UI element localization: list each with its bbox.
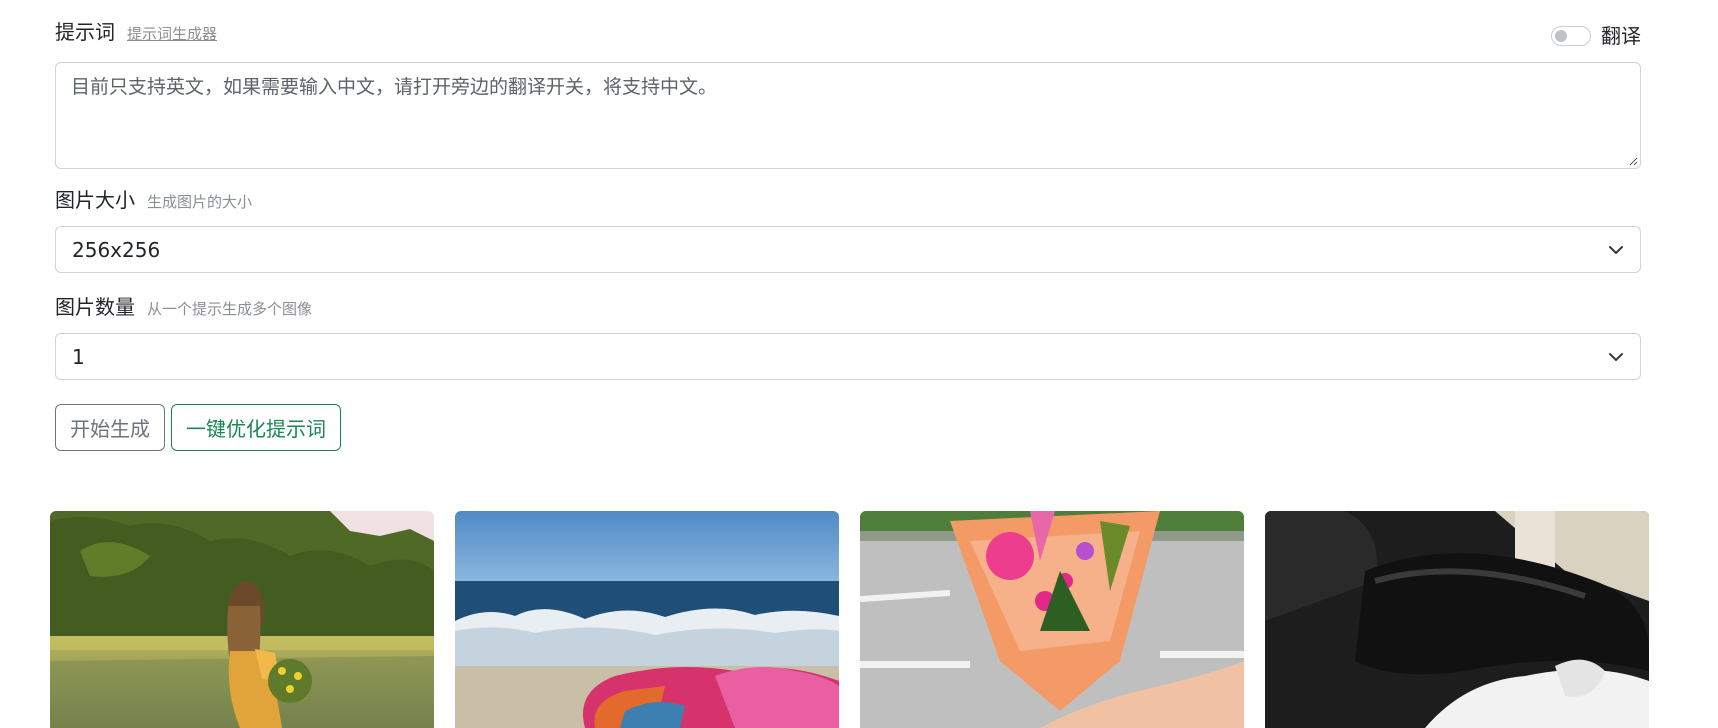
prompt-placeholder: 目前只支持英文，如果需要输入中文，请打开旁边的翻译开关，将支持中文。 xyxy=(71,76,718,98)
flower-bouquet-image[interactable] xyxy=(860,511,1244,728)
chevron-down-icon xyxy=(1609,352,1623,361)
image-size-select[interactable]: 256x256 xyxy=(55,226,1641,273)
prompt-label: 提示词 xyxy=(55,20,115,44)
image-size-label: 图片大小 xyxy=(55,188,135,212)
flower-bouquet-picture xyxy=(860,511,1244,728)
image-count-label: 图片数量 xyxy=(55,295,135,319)
resize-grip-icon[interactable] xyxy=(1628,156,1638,166)
image-generation-form: 提示词 提示词生成器 翻译 目前只支持英文，如果需要输入中文，请打开旁边的翻译开… xyxy=(55,0,1641,451)
prompt-label-row: 提示词 提示词生成器 xyxy=(55,0,1641,42)
prompt-textarea[interactable]: 目前只支持英文，如果需要输入中文，请打开旁边的翻译开关，将支持中文。 xyxy=(55,62,1641,169)
girl-in-meadow-image[interactable] xyxy=(50,511,434,728)
action-buttons: 开始生成 一键优化提示词 xyxy=(55,404,341,451)
image-size-group: 图片大小 生成图片的大小 256x256 xyxy=(55,190,1641,273)
image-size-label-row: 图片大小 生成图片的大小 xyxy=(55,190,1641,220)
generate-button[interactable]: 开始生成 xyxy=(55,404,165,451)
image-count-label-row: 图片数量 从一个提示生成多个图像 xyxy=(55,297,1641,327)
image-gallery xyxy=(50,511,1649,728)
image-size-hint: 生成图片的大小 xyxy=(147,193,253,211)
prompt-generator-link[interactable]: 提示词生成器 xyxy=(127,27,217,42)
beach-towel-image[interactable] xyxy=(455,511,839,728)
cat-on-couch-picture xyxy=(1265,511,1649,728)
chevron-down-icon xyxy=(1609,245,1623,254)
translate-label: 翻译 xyxy=(1601,24,1641,48)
image-size-value: 256x256 xyxy=(72,237,161,262)
beach-towel-picture xyxy=(455,511,839,728)
image-count-select[interactable]: 1 xyxy=(55,333,1641,380)
girl-in-meadow-picture xyxy=(50,511,434,728)
switch-knob xyxy=(1555,30,1567,42)
image-count-value: 1 xyxy=(72,344,85,369)
translate-switch[interactable] xyxy=(1551,26,1591,46)
cat-on-couch-image[interactable] xyxy=(1265,511,1649,728)
optimize-prompt-button[interactable]: 一键优化提示词 xyxy=(171,404,341,451)
translate-toggle-group: 翻译 xyxy=(1551,26,1641,46)
image-count-group: 图片数量 从一个提示生成多个图像 1 xyxy=(55,297,1641,380)
image-count-hint: 从一个提示生成多个图像 xyxy=(147,300,313,318)
page: 提示词 提示词生成器 翻译 目前只支持英文，如果需要输入中文，请打开旁边的翻译开… xyxy=(0,0,1718,728)
